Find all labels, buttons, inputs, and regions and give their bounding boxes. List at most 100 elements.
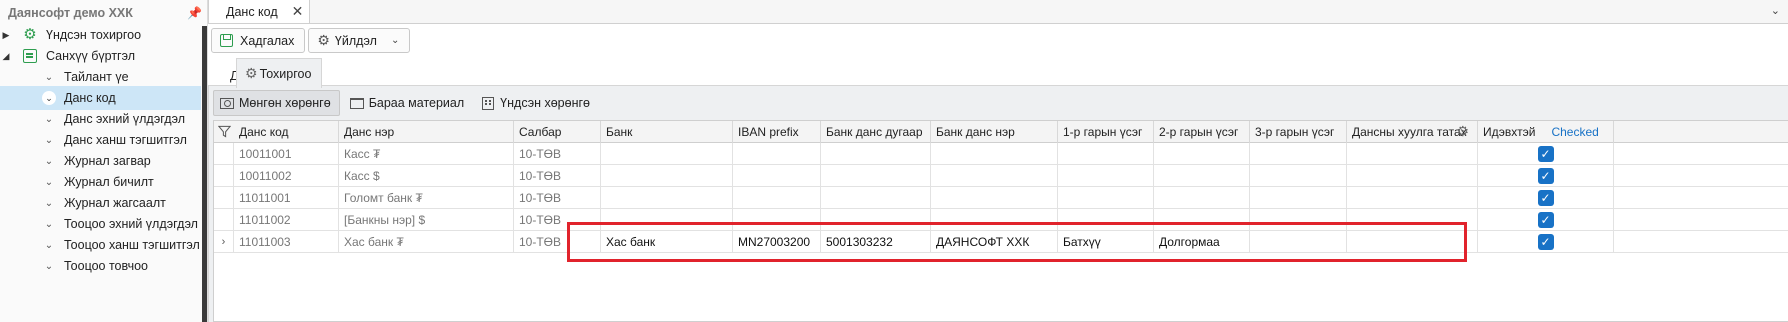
cell-iban[interactable] [733,209,821,231]
cell-branch[interactable]: 10-ТӨВ [514,165,601,187]
cell-branch[interactable]: 10-ТӨВ [514,209,601,231]
cell-signature-3[interactable] [1250,231,1347,253]
cell-code[interactable]: 10011001 [234,143,339,165]
cell-code[interactable]: 11011003 [234,231,339,253]
pin-icon[interactable]: 📌 [187,7,202,19]
col-header-code[interactable]: Данс код [234,121,339,143]
cell-name[interactable]: [Банкны нэр] $ [339,209,514,231]
cell-signature-3[interactable] [1250,209,1347,231]
cell-statement[interactable] [1347,143,1478,165]
cell-bank-account-name[interactable] [931,165,1058,187]
row-indicator[interactable] [214,143,234,165]
row-indicator[interactable] [214,165,234,187]
cell-iban[interactable]: MN27003200 [733,231,821,253]
col-header-signature-1[interactable]: 1-р гарын үсэг [1058,121,1154,143]
tab-account-code[interactable]: Данс код ✕ [208,0,311,23]
tab-fixed-assets[interactable]: Үндсэн хөрөнгө [476,90,598,116]
row-indicator[interactable] [214,187,234,209]
save-button[interactable]: Хадгалах [211,28,306,53]
cell-branch[interactable]: 10-ТӨВ [514,143,601,165]
asset-type-tabs: Мөнгөн хөрөнгө Бараа материал Үндсэн хөр… [209,86,1788,120]
col-header-name[interactable]: Данс нэр [339,121,514,143]
cell-signature-3[interactable] [1250,165,1347,187]
current-row-indicator-icon[interactable]: › [214,231,234,253]
cell-bank-account[interactable] [821,209,931,231]
table-row[interactable]: 10011002 Касс $ 10-ТӨВ ✓ [214,165,1788,187]
expand-arrow-icon[interactable]: ▶ [0,30,12,41]
cell-bank[interactable] [601,165,733,187]
cell-signature-3[interactable] [1250,187,1347,209]
table-row[interactable]: 11011002 [Банкны нэр] $ 10-ТӨВ ✓ [214,209,1788,231]
col-header-iban[interactable]: IBAN prefix [733,121,821,143]
col-header-statement[interactable]: Дансны хуулга татах ⚙ [1347,121,1478,143]
cell-bank-account[interactable] [821,187,931,209]
tab-inventory[interactable]: Бараа материал [344,90,472,116]
table-row[interactable]: 10011001 Касс ₮ 10-ТӨВ ✓ [214,143,1788,165]
cell-bank-account[interactable]: 5001303232 [821,231,931,253]
table-row-current[interactable]: › 11011003 Хас банк ₮ 10-ТӨВ Хас банк MN… [214,231,1788,253]
cell-name[interactable]: Голомт банк ₮ [339,187,514,209]
cell-name[interactable]: Хас банк ₮ [339,231,514,253]
cell-bank[interactable] [601,143,733,165]
active-checkbox[interactable]: ✓ [1537,190,1554,206]
collapse-arrow-icon[interactable]: ◢ [0,51,12,62]
table-row[interactable]: 11011001 Голомт банк ₮ 10-ТӨВ ✓ [214,187,1788,209]
cell-bank-account-name[interactable] [931,187,1058,209]
col-header-signature-3[interactable]: 3-р гарын үсэг [1250,121,1347,143]
tree-item-settlement-summary[interactable]: ⌄ Тооцоо товчоо [0,254,201,278]
cell-signature-3[interactable] [1250,143,1347,165]
tab-cash[interactable]: Мөнгөн хөрөнгө [213,90,340,116]
sidebar-scrollbar[interactable] [202,26,207,322]
cell-bank[interactable]: Хас банк [601,231,733,253]
chevron-down-icon[interactable]: ⌄ [1771,4,1780,17]
cell-code[interactable]: 10011002 [234,165,339,187]
cell-bank-account-name[interactable] [931,143,1058,165]
cell-iban[interactable] [733,165,821,187]
cell-signature-1[interactable]: Батхүү [1058,231,1154,253]
cell-signature-2[interactable] [1154,209,1250,231]
cell-statement[interactable] [1347,165,1478,187]
active-checkbox[interactable]: ✓ [1537,146,1554,162]
cell-bank-account[interactable] [821,143,931,165]
cell-statement[interactable] [1347,209,1478,231]
cell-bank[interactable] [601,209,733,231]
col-header-branch[interactable]: Салбар [514,121,601,143]
tab-settings[interactable]: ⚙ Тохиргоо [236,58,323,88]
actions-dropdown[interactable]: ⚙ Үйлдэл ⌄ [308,28,411,53]
gear-icon[interactable]: ⚙ [1456,123,1469,140]
cell-signature-1[interactable] [1058,165,1154,187]
cell-code[interactable]: 11011002 [234,209,339,231]
active-checkbox[interactable]: ✓ [1537,212,1554,228]
close-icon[interactable]: ✕ [292,3,304,20]
col-header-bank-account[interactable]: Банк данс дугаар [821,121,931,143]
cell-bank[interactable] [601,187,733,209]
cell-iban[interactable] [733,187,821,209]
cell-branch[interactable]: 10-ТӨВ [514,231,601,253]
cell-statement[interactable] [1347,187,1478,209]
cell-signature-1[interactable] [1058,143,1154,165]
checked-toggle-link[interactable]: Checked [1551,125,1598,139]
active-checkbox[interactable]: ✓ [1537,168,1554,184]
cell-bank-account-name[interactable]: ДАЯНСОФТ ХХК [931,231,1058,253]
col-header-signature-2[interactable]: 2-р гарын үсэг [1154,121,1250,143]
cell-statement[interactable] [1347,231,1478,253]
cell-name[interactable]: Касс $ [339,165,514,187]
cell-signature-1[interactable] [1058,209,1154,231]
cell-bank-account-name[interactable] [931,209,1058,231]
cell-signature-2[interactable] [1154,143,1250,165]
col-header-bank[interactable]: Банк [601,121,733,143]
cell-branch[interactable]: 10-ТӨВ [514,187,601,209]
col-header-bank-account-name[interactable]: Банк данс нэр [931,121,1058,143]
cell-bank-account[interactable] [821,165,931,187]
cell-signature-2[interactable] [1154,187,1250,209]
active-checkbox[interactable]: ✓ [1537,234,1554,250]
cell-signature-1[interactable] [1058,187,1154,209]
row-indicator[interactable] [214,209,234,231]
cell-signature-2[interactable]: Долгормаа [1154,231,1250,253]
cell-name[interactable]: Касс ₮ [339,143,514,165]
filter-icon[interactable] [218,125,231,138]
cell-iban[interactable] [733,143,821,165]
cell-code[interactable]: 11011001 [234,187,339,209]
col-header-active[interactable]: Идэвхтэй Checked [1478,121,1614,143]
cell-signature-2[interactable] [1154,165,1250,187]
